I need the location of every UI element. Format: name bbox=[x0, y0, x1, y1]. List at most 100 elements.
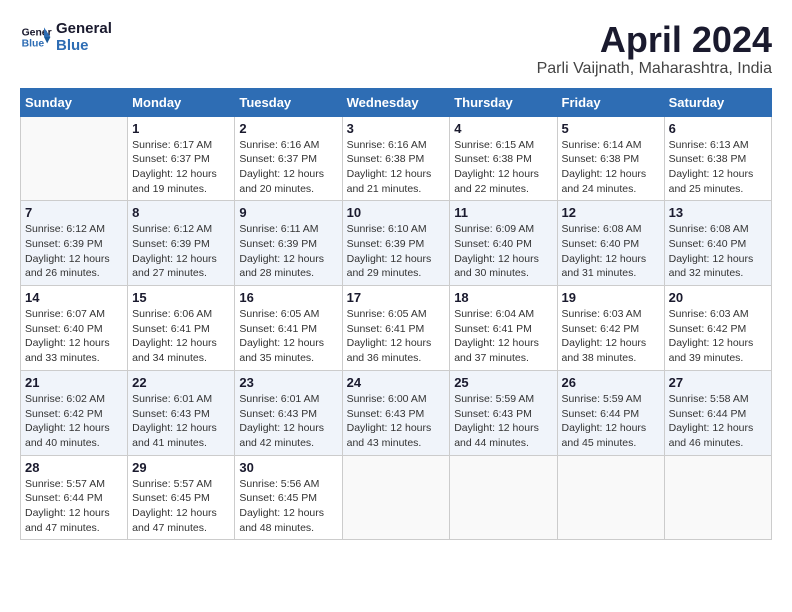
svg-text:Blue: Blue bbox=[22, 39, 45, 50]
day-info: Sunrise: 6:00 AM Sunset: 6:43 PM Dayligh… bbox=[347, 392, 446, 451]
calendar-cell: 2Sunrise: 6:16 AM Sunset: 6:37 PM Daylig… bbox=[235, 116, 342, 201]
day-number: 11 bbox=[454, 205, 552, 220]
calendar-cell: 22Sunrise: 6:01 AM Sunset: 6:43 PM Dayli… bbox=[128, 370, 235, 455]
day-info: Sunrise: 6:03 AM Sunset: 6:42 PM Dayligh… bbox=[669, 307, 767, 366]
calendar: SundayMondayTuesdayWednesdayThursdayFrid… bbox=[20, 88, 772, 541]
day-info: Sunrise: 5:56 AM Sunset: 6:45 PM Dayligh… bbox=[239, 477, 337, 536]
calendar-cell: 10 Sunrise: 6:10 AM Sunset: 6:39 PM Dayli… bbox=[342, 201, 450, 286]
calendar-cell: 30 Sunrise: 5:56 AM Sunset: 6:45 PM Dayli… bbox=[235, 455, 342, 540]
calendar-header-row: SundayMondayTuesdayWednesdayThursdayFrid… bbox=[21, 88, 772, 116]
day-number: 21 bbox=[25, 375, 123, 390]
calendar-cell: 14Sunrise: 6:07 AM Sunset: 6:40 PM Dayli… bbox=[21, 286, 128, 371]
calendar-cell: 15Sunrise: 6:06 AM Sunset: 6:41 PM Dayli… bbox=[128, 286, 235, 371]
day-info: Sunrise: 5:59 AM Sunset: 6:43 PM Dayligh… bbox=[454, 392, 552, 451]
day-info: Sunrise: 6:13 AM Sunset: 6:38 PM Dayligh… bbox=[669, 138, 767, 197]
day-number: 13 bbox=[669, 205, 767, 220]
day-info: Sunrise: 6:03 AM Sunset: 6:42 PM Dayligh… bbox=[562, 307, 660, 366]
calendar-cell bbox=[21, 116, 128, 201]
day-number: 30 bbox=[239, 460, 337, 475]
calendar-cell: 1 Sunrise: 6:17 AM Sunset: 6:37 PM Daylig… bbox=[128, 116, 235, 201]
day-number: 22 bbox=[132, 375, 230, 390]
calendar-cell: 6 Sunrise: 6:13 AM Sunset: 6:38 PM Daylig… bbox=[664, 116, 771, 201]
calendar-cell: 17Sunrise: 6:05 AM Sunset: 6:41 PM Dayli… bbox=[342, 286, 450, 371]
day-number: 3 bbox=[347, 121, 446, 136]
day-info: Sunrise: 5:57 AM Sunset: 6:45 PM Dayligh… bbox=[132, 477, 230, 536]
calendar-cell: 12Sunrise: 6:08 AM Sunset: 6:40 PM Dayli… bbox=[557, 201, 664, 286]
weekday-header: Tuesday bbox=[235, 88, 342, 116]
day-number: 14 bbox=[25, 290, 123, 305]
day-info: Sunrise: 6:12 AM Sunset: 6:39 PM Dayligh… bbox=[132, 222, 230, 281]
day-info: Sunrise: 6:04 AM Sunset: 6:41 PM Dayligh… bbox=[454, 307, 552, 366]
day-info: Sunrise: 6:09 AM Sunset: 6:40 PM Dayligh… bbox=[454, 222, 552, 281]
day-info: Sunrise: 6:10 AM Sunset: 6:39 PM Dayligh… bbox=[347, 222, 446, 281]
calendar-cell bbox=[342, 455, 450, 540]
weekday-header: Thursday bbox=[450, 88, 557, 116]
logo-icon: General Blue bbox=[20, 21, 52, 53]
day-number: 4 bbox=[454, 121, 552, 136]
calendar-cell: 27Sunrise: 5:58 AM Sunset: 6:44 PM Dayli… bbox=[664, 370, 771, 455]
logo-line1: General bbox=[56, 20, 112, 37]
calendar-cell: 24Sunrise: 6:00 AM Sunset: 6:43 PM Dayli… bbox=[342, 370, 450, 455]
calendar-cell bbox=[664, 455, 771, 540]
weekday-header: Monday bbox=[128, 88, 235, 116]
weekday-header: Friday bbox=[557, 88, 664, 116]
day-number: 28 bbox=[25, 460, 123, 475]
calendar-week-row: 14Sunrise: 6:07 AM Sunset: 6:40 PM Dayli… bbox=[21, 286, 772, 371]
calendar-cell: 18 Sunrise: 6:04 AM Sunset: 6:41 PM Dayli… bbox=[450, 286, 557, 371]
calendar-cell: 25Sunrise: 5:59 AM Sunset: 6:43 PM Dayli… bbox=[450, 370, 557, 455]
calendar-cell: 26 Sunrise: 5:59 AM Sunset: 6:44 PM Dayli… bbox=[557, 370, 664, 455]
day-info: Sunrise: 6:17 AM Sunset: 6:37 PM Dayligh… bbox=[132, 138, 230, 197]
calendar-cell bbox=[450, 455, 557, 540]
day-number: 12 bbox=[562, 205, 660, 220]
weekday-header: Sunday bbox=[21, 88, 128, 116]
day-info: Sunrise: 6:08 AM Sunset: 6:40 PM Dayligh… bbox=[669, 222, 767, 281]
day-info: Sunrise: 6:01 AM Sunset: 6:43 PM Dayligh… bbox=[239, 392, 337, 451]
calendar-cell: 28 Sunrise: 5:57 AM Sunset: 6:44 PM Dayli… bbox=[21, 455, 128, 540]
day-number: 5 bbox=[562, 121, 660, 136]
day-info: Sunrise: 5:57 AM Sunset: 6:44 PM Dayligh… bbox=[25, 477, 123, 536]
day-info: Sunrise: 6:14 AM Sunset: 6:38 PM Dayligh… bbox=[562, 138, 660, 197]
calendar-cell: 3Sunrise: 6:16 AM Sunset: 6:38 PM Daylig… bbox=[342, 116, 450, 201]
day-number: 2 bbox=[239, 121, 337, 136]
logo-line2: Blue bbox=[56, 37, 112, 54]
day-info: Sunrise: 6:12 AM Sunset: 6:39 PM Dayligh… bbox=[25, 222, 123, 281]
calendar-cell: 23 Sunrise: 6:01 AM Sunset: 6:43 PM Dayli… bbox=[235, 370, 342, 455]
title-area: April 2024 Parli Vaijnath, Maharashtra, … bbox=[537, 20, 772, 78]
day-number: 1 bbox=[132, 121, 230, 136]
calendar-cell: 7 Sunrise: 6:12 AM Sunset: 6:39 PM Daylig… bbox=[21, 201, 128, 286]
day-number: 16 bbox=[239, 290, 337, 305]
day-number: 26 bbox=[562, 375, 660, 390]
day-info: Sunrise: 6:02 AM Sunset: 6:42 PM Dayligh… bbox=[25, 392, 123, 451]
day-info: Sunrise: 6:11 AM Sunset: 6:39 PM Dayligh… bbox=[239, 222, 337, 281]
calendar-cell: 19 Sunrise: 6:03 AM Sunset: 6:42 PM Dayli… bbox=[557, 286, 664, 371]
calendar-cell: 9 Sunrise: 6:11 AM Sunset: 6:39 PM Daylig… bbox=[235, 201, 342, 286]
calendar-cell: 5 Sunrise: 6:14 AM Sunset: 6:38 PM Daylig… bbox=[557, 116, 664, 201]
day-info: Sunrise: 6:05 AM Sunset: 6:41 PM Dayligh… bbox=[239, 307, 337, 366]
calendar-week-row: 7 Sunrise: 6:12 AM Sunset: 6:39 PM Daylig… bbox=[21, 201, 772, 286]
location-title: Parli Vaijnath, Maharashtra, India bbox=[537, 60, 772, 78]
weekday-header: Wednesday bbox=[342, 88, 450, 116]
day-number: 20 bbox=[669, 290, 767, 305]
calendar-cell bbox=[557, 455, 664, 540]
calendar-cell: 4 Sunrise: 6:15 AM Sunset: 6:38 PM Daylig… bbox=[450, 116, 557, 201]
calendar-week-row: 28 Sunrise: 5:57 AM Sunset: 6:44 PM Dayli… bbox=[21, 455, 772, 540]
calendar-cell: 29Sunrise: 5:57 AM Sunset: 6:45 PM Dayli… bbox=[128, 455, 235, 540]
day-number: 7 bbox=[25, 205, 123, 220]
day-info: Sunrise: 6:06 AM Sunset: 6:41 PM Dayligh… bbox=[132, 307, 230, 366]
day-number: 23 bbox=[239, 375, 337, 390]
month-title: April 2024 bbox=[537, 20, 772, 60]
day-info: Sunrise: 5:59 AM Sunset: 6:44 PM Dayligh… bbox=[562, 392, 660, 451]
day-number: 27 bbox=[669, 375, 767, 390]
day-number: 6 bbox=[669, 121, 767, 136]
day-number: 17 bbox=[347, 290, 446, 305]
day-number: 10 bbox=[347, 205, 446, 220]
day-info: Sunrise: 6:15 AM Sunset: 6:38 PM Dayligh… bbox=[454, 138, 552, 197]
day-number: 8 bbox=[132, 205, 230, 220]
calendar-cell: 16 Sunrise: 6:05 AM Sunset: 6:41 PM Dayli… bbox=[235, 286, 342, 371]
day-number: 18 bbox=[454, 290, 552, 305]
logo: General Blue General Blue bbox=[20, 20, 112, 55]
calendar-cell: 11 Sunrise: 6:09 AM Sunset: 6:40 PM Dayli… bbox=[450, 201, 557, 286]
day-number: 9 bbox=[239, 205, 337, 220]
day-number: 19 bbox=[562, 290, 660, 305]
calendar-cell: 8 Sunrise: 6:12 AM Sunset: 6:39 PM Daylig… bbox=[128, 201, 235, 286]
